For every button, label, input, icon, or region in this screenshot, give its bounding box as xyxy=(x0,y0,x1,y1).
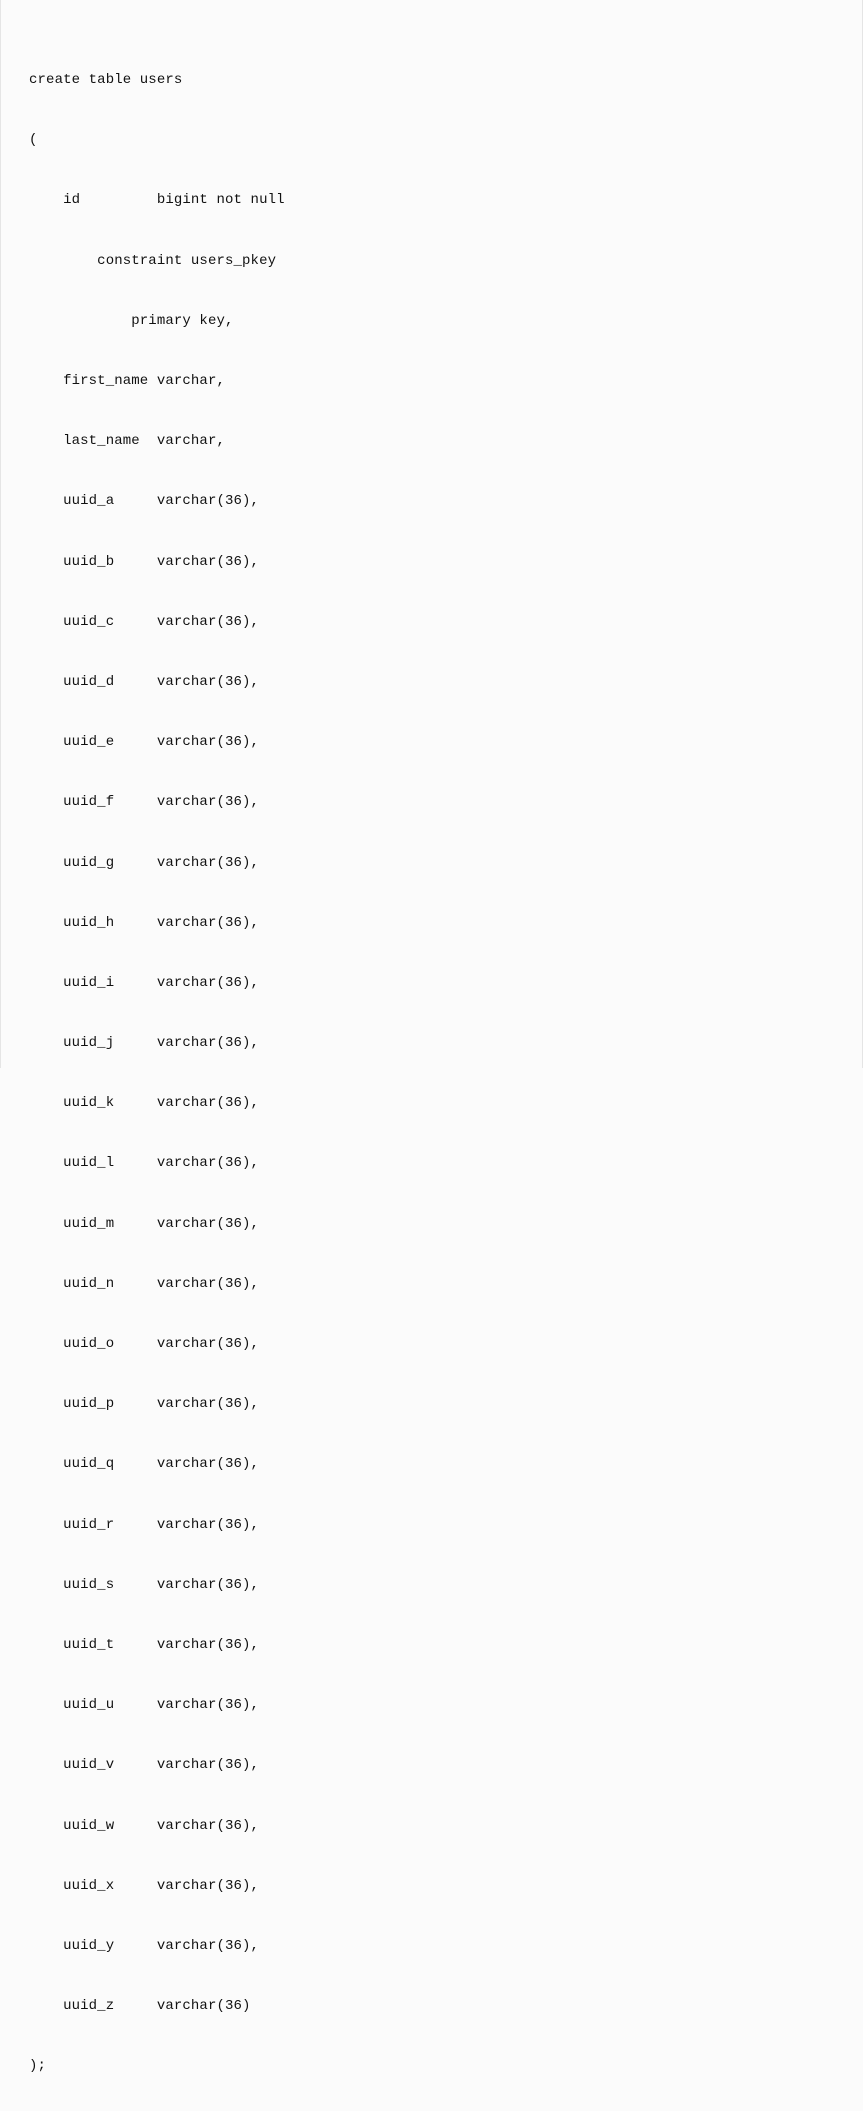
code-line: uuid_s varchar(36), xyxy=(29,1570,860,1600)
code-line: create table users xyxy=(29,65,860,95)
code-line: uuid_y varchar(36), xyxy=(29,1931,860,1961)
code-line: ( xyxy=(29,125,860,155)
code-line: uuid_n varchar(36), xyxy=(29,1269,860,1299)
code-line: uuid_u varchar(36), xyxy=(29,1690,860,1720)
code-line: id bigint not null xyxy=(29,185,860,215)
code-line: uuid_k varchar(36), xyxy=(29,1088,860,1118)
code-line: uuid_l varchar(36), xyxy=(29,1148,860,1178)
code-line: uuid_d varchar(36), xyxy=(29,667,860,697)
code-line: ); xyxy=(29,2051,860,2081)
code-line: first_name varchar, xyxy=(29,366,860,396)
code-line: uuid_i varchar(36), xyxy=(29,968,860,998)
code-line: uuid_w varchar(36), xyxy=(29,1811,860,1841)
code-line: constraint users_pkey xyxy=(29,246,860,276)
code-line: uuid_q varchar(36), xyxy=(29,1449,860,1479)
code-line: uuid_z varchar(36) xyxy=(29,1991,860,2021)
code-line: primary key, xyxy=(29,306,860,336)
code-line: uuid_e varchar(36), xyxy=(29,727,860,757)
code-line: uuid_m varchar(36), xyxy=(29,1209,860,1239)
code-line: uuid_a varchar(36), xyxy=(29,486,860,516)
code-line: uuid_f varchar(36), xyxy=(29,787,860,817)
sql-code-block: create table users ( id bigint not null … xyxy=(1,0,862,2111)
code-line: last_name varchar, xyxy=(29,426,860,456)
code-line: uuid_h varchar(36), xyxy=(29,908,860,938)
code-line: uuid_x varchar(36), xyxy=(29,1871,860,1901)
code-line: uuid_j varchar(36), xyxy=(29,1028,860,1058)
code-line: uuid_g varchar(36), xyxy=(29,848,860,878)
code-line: uuid_b varchar(36), xyxy=(29,547,860,577)
code-line: uuid_r varchar(36), xyxy=(29,1510,860,1540)
code-line: uuid_v varchar(36), xyxy=(29,1750,860,1780)
code-line: uuid_p varchar(36), xyxy=(29,1389,860,1419)
code-line: uuid_t varchar(36), xyxy=(29,1630,860,1660)
code-line: uuid_o varchar(36), xyxy=(29,1329,860,1359)
code-line: uuid_c varchar(36), xyxy=(29,607,860,637)
